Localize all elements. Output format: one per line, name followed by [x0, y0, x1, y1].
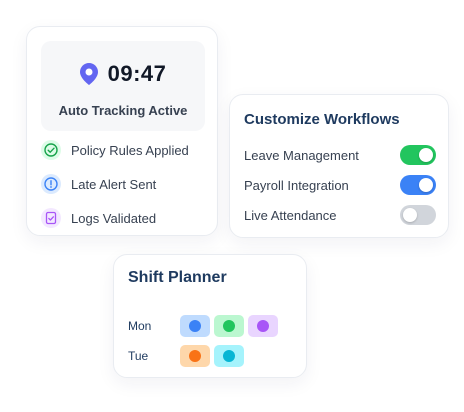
status-label: Policy Rules Applied [71, 142, 189, 158]
payroll-integration-toggle[interactable] [400, 175, 436, 195]
workflow-row-payroll: Payroll Integration [244, 170, 436, 200]
tracking-card: 09:47 Auto Tracking Active Policy Rules … [26, 26, 218, 236]
time-row: 09:47 [41, 59, 205, 89]
toggle-knob [419, 148, 433, 162]
shift-dot [189, 320, 201, 332]
shift-dot [223, 320, 235, 332]
status-list: Policy Rules Applied Late Alert Sent Log… [41, 133, 211, 235]
shift-rows: Mon Tue [128, 311, 298, 371]
shift-slot[interactable] [248, 315, 278, 337]
workflow-list: Leave Management Payroll Integration Liv… [244, 140, 436, 230]
workflow-row-leave: Leave Management [244, 140, 436, 170]
day-label: Mon [128, 319, 152, 333]
shift-slot[interactable] [214, 315, 244, 337]
shift-row-mon: Mon [128, 311, 298, 341]
toggle-knob [403, 208, 417, 222]
shift-planner-title: Shift Planner [128, 269, 227, 286]
map-pin-icon [79, 63, 98, 85]
tracking-header: 09:47 Auto Tracking Active [41, 41, 205, 131]
shift-slot[interactable] [180, 345, 210, 367]
clock-time: 09:47 [107, 61, 167, 86]
status-item-alert: Late Alert Sent [41, 167, 211, 201]
live-attendance-toggle[interactable] [400, 205, 436, 225]
shift-slot[interactable] [214, 345, 244, 367]
workflow-label: Leave Management [244, 147, 359, 163]
workflow-row-attendance: Live Attendance [244, 200, 436, 230]
shift-slot[interactable] [180, 315, 210, 337]
shift-slots [180, 315, 278, 337]
shift-planner-card: Shift Planner Mon Tue [113, 254, 307, 378]
tracking-status: Auto Tracking Active [58, 103, 188, 118]
shift-dot [223, 350, 235, 362]
status-item-policy: Policy Rules Applied [41, 133, 211, 167]
workflow-label: Live Attendance [244, 207, 337, 223]
status-item-logs: Logs Validated [41, 201, 211, 235]
leave-management-toggle[interactable] [400, 145, 436, 165]
status-label: Logs Validated [71, 210, 157, 226]
status-label: Late Alert Sent [71, 176, 157, 192]
shift-dot [257, 320, 269, 332]
workflow-label: Payroll Integration [244, 177, 349, 193]
workflows-title: Customize Workflows [244, 111, 400, 128]
shift-dot [189, 350, 201, 362]
shift-row-tue: Tue [128, 341, 298, 371]
toggle-knob [419, 178, 433, 192]
check-circle-icon [41, 140, 61, 160]
alert-circle-icon [41, 174, 61, 194]
document-check-icon [41, 208, 61, 228]
workflows-card: Customize Workflows Leave Management Pay… [229, 94, 449, 238]
shift-slots [180, 345, 244, 367]
day-label: Tue [128, 349, 149, 363]
